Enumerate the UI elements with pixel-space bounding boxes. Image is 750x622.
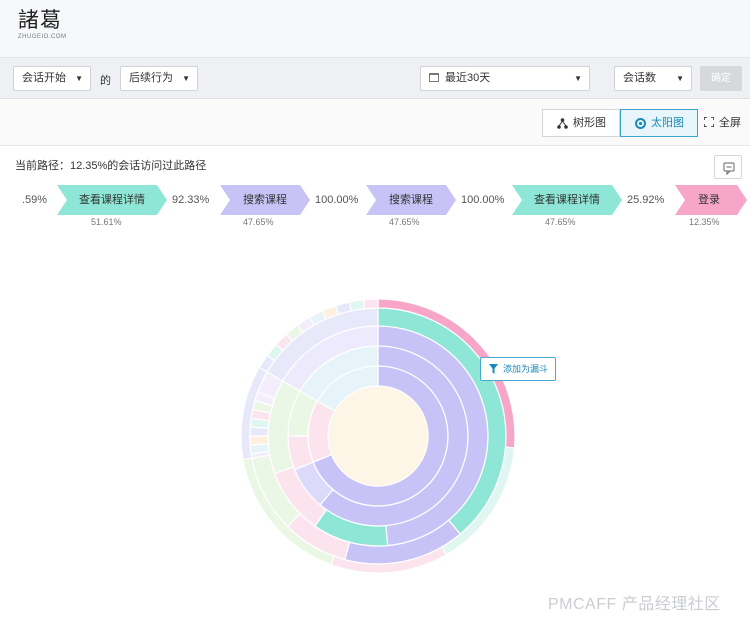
sunburst-segment[interactable] <box>348 299 366 312</box>
sunburst-segment[interactable] <box>363 298 379 310</box>
add-funnel-label: 添加为漏斗 <box>503 364 549 374</box>
sunburst-segment[interactable] <box>249 435 269 446</box>
funnel-icon <box>489 364 498 374</box>
watermark: PMCAFF 产品经理社区 <box>548 596 721 613</box>
add-funnel-button[interactable]: 添加为漏斗 <box>480 357 556 381</box>
sunburst-chart[interactable] <box>0 0 750 622</box>
